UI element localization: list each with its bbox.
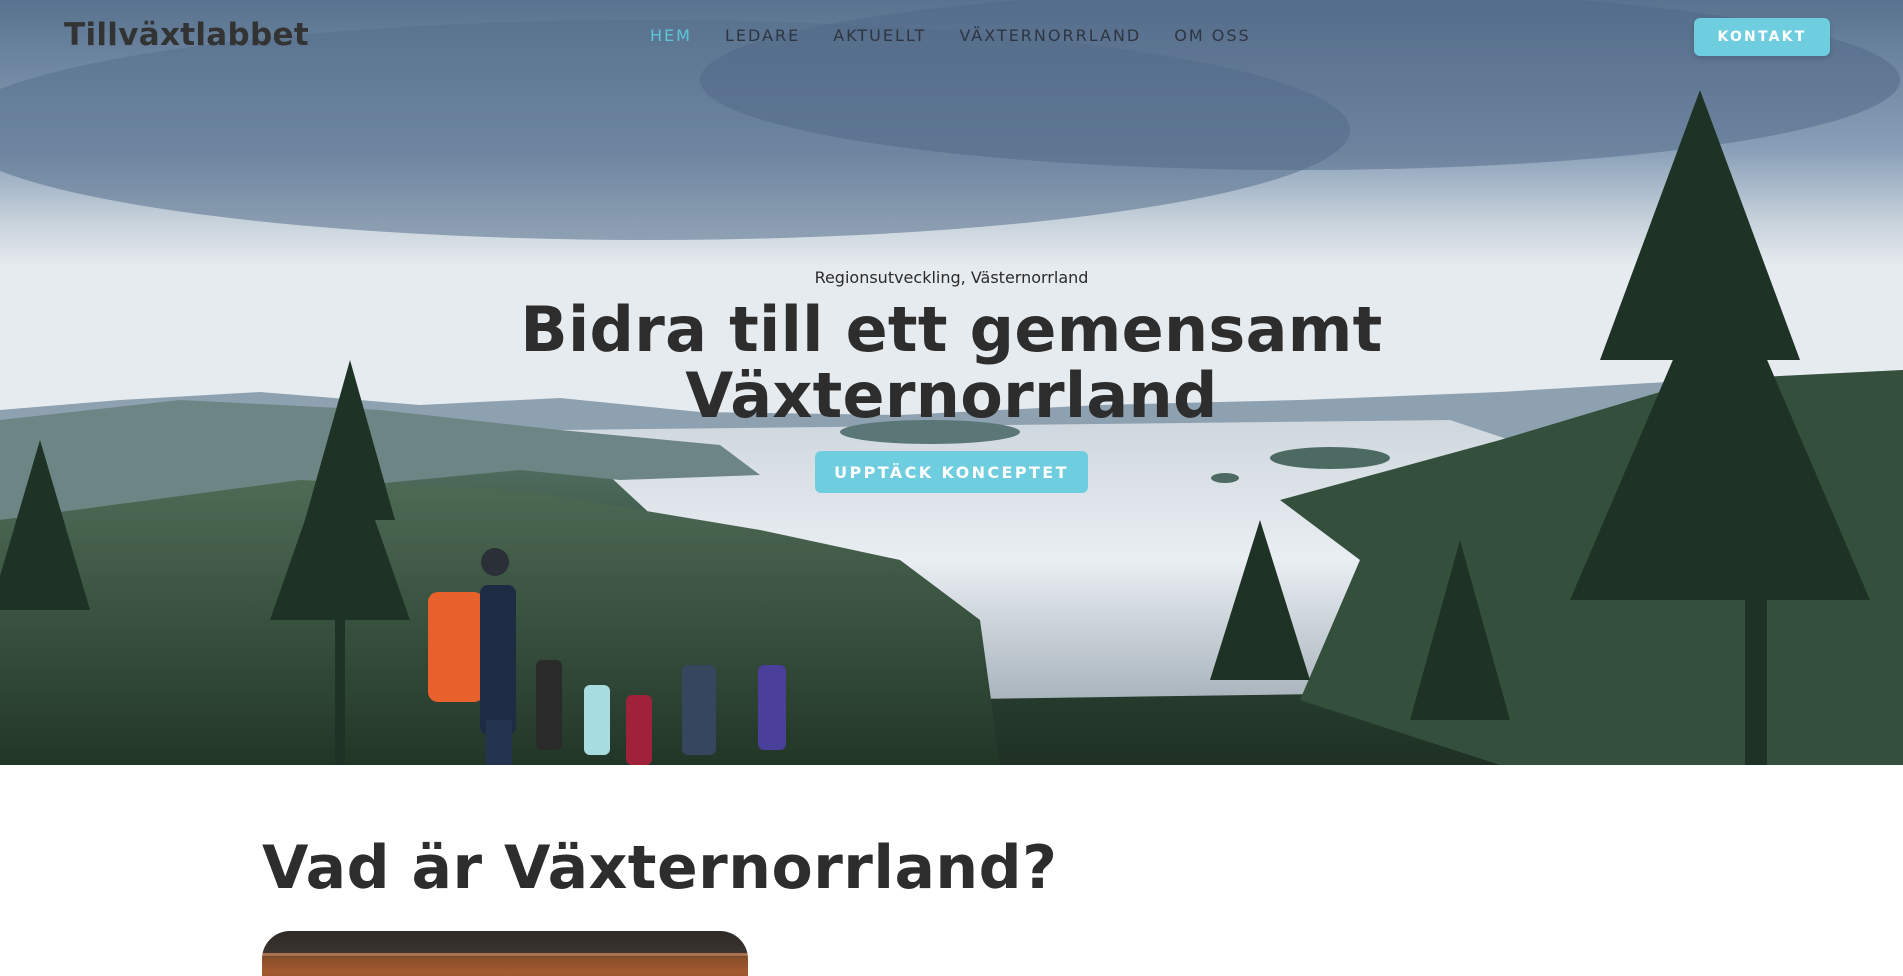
contact-button[interactable]: KONTAKT [1694, 18, 1830, 56]
hero-content: Regionsutveckling, Västernorrland Bidra … [0, 268, 1903, 493]
nav-item-vaxternorrland[interactable]: VÄXTERNORRLAND [959, 26, 1141, 45]
nav-item-hem[interactable]: HEM [650, 26, 692, 45]
hero-section: Tillväxtlabbet HEM LEDARE AKTUELLT VÄXTE… [0, 0, 1903, 765]
discover-concept-button[interactable]: UPPTÄCK KONCEPTET [815, 451, 1088, 493]
main-menu: HEM LEDARE AKTUELLT VÄXTERNORRLAND OM OS… [650, 26, 1284, 45]
section-image [262, 931, 748, 976]
site-logo[interactable]: Tillväxtlabbet [64, 17, 309, 53]
hero-eyebrow: Regionsutveckling, Västernorrland [814, 268, 1089, 287]
hero-headline: Bidra till ett gemensamt Växternorrland [520, 293, 1383, 432]
nav-item-aktuellt[interactable]: AKTUELLT [833, 26, 926, 45]
top-navigation: Tillväxtlabbet HEM LEDARE AKTUELLT VÄXTE… [0, 0, 1903, 74]
nav-item-om-oss[interactable]: OM OSS [1174, 26, 1250, 45]
section-title: Vad är Växternorrland? [262, 833, 1058, 903]
nav-item-ledare[interactable]: LEDARE [725, 26, 800, 45]
image-detail [262, 953, 748, 956]
